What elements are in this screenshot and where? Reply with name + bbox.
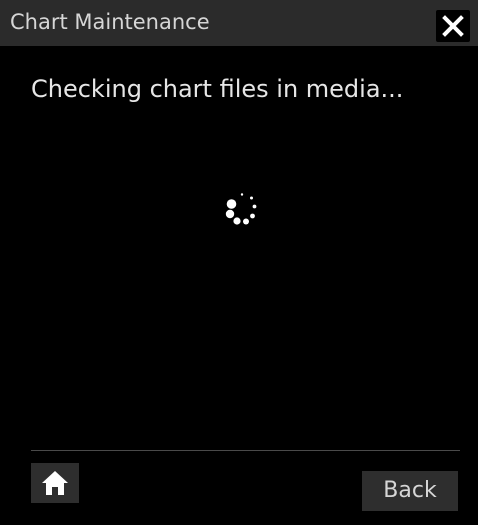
status-message: Checking chart files in media...	[31, 75, 404, 103]
close-button[interactable]	[436, 10, 470, 42]
back-button[interactable]: Back	[362, 471, 458, 511]
footer-divider	[31, 450, 460, 451]
dialog-title: Chart Maintenance	[10, 10, 210, 34]
title-bar: Chart Maintenance	[0, 0, 478, 46]
loading-spinner-icon	[225, 193, 257, 225]
home-button[interactable]	[31, 463, 79, 503]
chart-maintenance-dialog: Chart Maintenance Checking chart files i…	[0, 0, 478, 525]
close-icon	[442, 15, 464, 37]
home-icon	[42, 471, 68, 495]
